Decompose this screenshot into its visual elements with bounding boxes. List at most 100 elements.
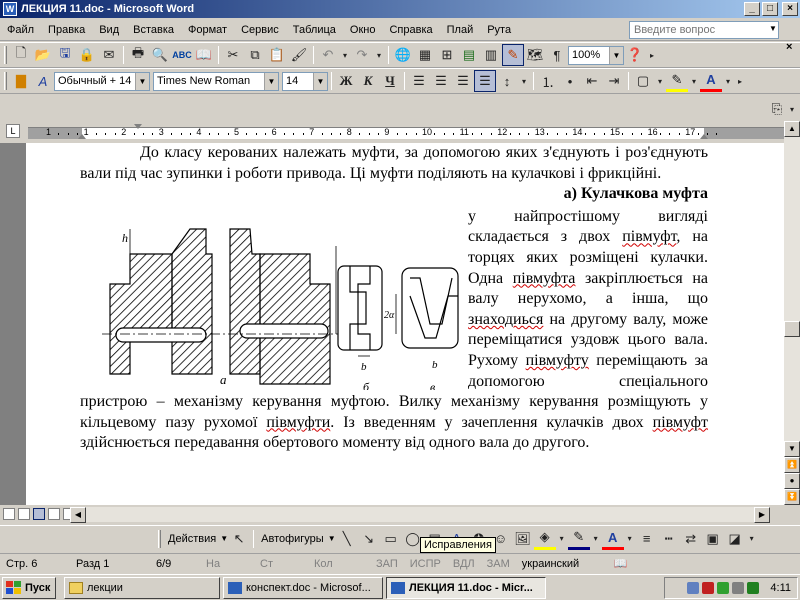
- menu-ruta[interactable]: Рута: [480, 24, 518, 36]
- tray-security-icon[interactable]: [717, 582, 730, 594]
- line-spacing-dropdown-icon[interactable]: ▾: [518, 70, 530, 92]
- scroll-left-icon[interactable]: ◀: [70, 507, 86, 523]
- scroll-down-icon[interactable]: ▼: [784, 441, 800, 457]
- scroll-thumb[interactable]: [784, 321, 800, 337]
- columns-icon[interactable]: ▥: [480, 44, 502, 66]
- borders-icon[interactable]: ▢: [632, 70, 654, 92]
- maximize-button[interactable]: □: [762, 2, 778, 16]
- spelling-status-icon[interactable]: 📖: [608, 557, 634, 570]
- menu-format[interactable]: Формат: [181, 24, 234, 36]
- menu-table[interactable]: Таблица: [286, 24, 343, 36]
- status-ext[interactable]: ВДЛ: [447, 558, 481, 570]
- line-icon[interactable]: ╲: [336, 528, 358, 550]
- line-style-icon[interactable]: ≡: [636, 528, 658, 550]
- toolbar-grip[interactable]: [4, 46, 7, 64]
- close-button[interactable]: ×: [782, 2, 798, 16]
- copy-icon[interactable]: ⧉: [244, 44, 266, 66]
- chevron-down-icon[interactable]: ▼: [609, 46, 623, 64]
- format-painter-icon[interactable]: 🖌: [288, 44, 310, 66]
- next-page-icon[interactable]: ⏬: [784, 489, 800, 505]
- status-trk[interactable]: ИСПР: [404, 558, 447, 570]
- toolbar-grip[interactable]: [158, 529, 161, 548]
- redo-dropdown-icon[interactable]: ▾: [373, 44, 385, 66]
- toolbar-grip[interactable]: [4, 72, 7, 90]
- menu-tools[interactable]: Сервис: [234, 24, 286, 36]
- dash-style-icon[interactable]: ┅: [658, 528, 680, 550]
- help-dropdown-icon[interactable]: ▼: [769, 24, 777, 33]
- document-map-icon[interactable]: 🗺: [524, 44, 546, 66]
- status-ovr[interactable]: ЗАМ: [481, 558, 516, 570]
- toolbar-options-icon[interactable]: ▾: [746, 528, 758, 550]
- drawing-icon[interactable]: ✎: [502, 44, 524, 66]
- insert-table-icon[interactable]: ⊞: [436, 44, 458, 66]
- chevron-down-icon[interactable]: ▼: [135, 72, 149, 90]
- email-icon[interactable]: ✉: [98, 44, 120, 66]
- line-color-icon[interactable]: ✎: [567, 528, 590, 550]
- line-spacing-icon[interactable]: ↕: [496, 70, 518, 92]
- fill-dropdown-icon[interactable]: ▾: [556, 528, 568, 550]
- zoom-select[interactable]: 100% ▼: [568, 45, 624, 65]
- align-center-icon[interactable]: ☰: [430, 70, 452, 92]
- start-button[interactable]: Пуск: [2, 576, 56, 599]
- picture-icon[interactable]: 🖼: [512, 528, 534, 550]
- menu-help[interactable]: Справка: [382, 24, 439, 36]
- document-text[interactable]: До класу керованих належать муфти, за до…: [80, 143, 708, 454]
- fill-color-icon[interactable]: ◈: [533, 528, 556, 550]
- chevron-down-icon[interactable]: ▼: [220, 534, 228, 543]
- font-select[interactable]: Times New Roman ▼: [153, 71, 279, 91]
- vertical-scrollbar[interactable]: ▲ ▼ ⏫ ● ⏬: [784, 121, 800, 505]
- help-search-input[interactable]: [629, 21, 779, 39]
- taskbar-item-konspekt[interactable]: конспект.doc - Microsof...: [223, 576, 383, 599]
- highlight-icon[interactable]: ✎: [666, 70, 688, 92]
- browse-object-icon[interactable]: ●: [784, 473, 800, 489]
- permission-icon[interactable]: 🔒: [76, 44, 98, 66]
- rectangle-icon[interactable]: ▭: [380, 528, 402, 550]
- toolbar-options-icon[interactable]: ▸: [734, 70, 746, 92]
- line-color-dropdown-icon[interactable]: ▾: [590, 528, 602, 550]
- toolbar-options-icon[interactable]: ▸: [646, 44, 658, 66]
- print-icon[interactable]: 🖶: [127, 44, 149, 66]
- status-rec[interactable]: ЗАП: [370, 558, 404, 570]
- previous-page-icon[interactable]: ⏫: [784, 457, 800, 473]
- paste-icon[interactable]: 📋: [266, 44, 288, 66]
- chevron-down-icon[interactable]: ▼: [328, 534, 336, 543]
- tray-antivirus-icon[interactable]: [702, 582, 715, 594]
- taskbar-item-lecture[interactable]: ЛЕКЦИЯ 11.doc - Micr...: [386, 576, 546, 599]
- arrow-style-icon[interactable]: ⇄: [680, 528, 702, 550]
- print-preview-icon[interactable]: 🔍: [149, 44, 171, 66]
- chevron-down-icon[interactable]: ▼: [313, 72, 327, 90]
- tray-network-icon[interactable]: [687, 582, 700, 594]
- web-view-icon[interactable]: [18, 508, 30, 520]
- normal-view-icon[interactable]: [3, 508, 15, 520]
- redo-icon[interactable]: ↷: [351, 44, 373, 66]
- bullets-icon[interactable]: •: [559, 70, 581, 92]
- font-size-select[interactable]: 14 ▼: [282, 71, 328, 91]
- taskbar-item-folder[interactable]: лекции: [64, 576, 220, 599]
- shadow-icon[interactable]: ▣: [702, 528, 724, 550]
- menu-edit[interactable]: Правка: [41, 24, 92, 36]
- word-app-icon[interactable]: W: [3, 2, 17, 16]
- arrow-icon[interactable]: ↘: [358, 528, 380, 550]
- increase-indent-icon[interactable]: ⇥: [603, 70, 625, 92]
- insert-excel-icon[interactable]: ▤: [458, 44, 480, 66]
- left-indent-marker[interactable]: [78, 134, 86, 139]
- show-hide-icon[interactable]: ¶: [546, 44, 568, 66]
- undo-dropdown-icon[interactable]: ▾: [339, 44, 351, 66]
- justify-icon[interactable]: ☰: [474, 70, 496, 92]
- new-document-icon[interactable]: 🗋: [10, 44, 32, 66]
- document-page[interactable]: До класу керованих належать муфти, за до…: [26, 143, 784, 505]
- font-color-icon[interactable]: A: [700, 70, 722, 92]
- font-color-dropdown-icon[interactable]: ▾: [624, 528, 636, 550]
- draw-actions-menu[interactable]: Действия: [164, 533, 220, 545]
- status-language[interactable]: украинский: [516, 558, 608, 570]
- horizontal-ruler[interactable]: 1 1 2 3 4 5 6 7 8 9 10 11 12 13 14 15 16 17: [28, 124, 784, 139]
- font-color-dropdown-icon[interactable]: ▾: [722, 70, 734, 92]
- bold-button[interactable]: Ж: [335, 70, 357, 92]
- horizontal-scrollbar[interactable]: ◀ ▶: [70, 507, 770, 523]
- hyperlink-icon[interactable]: 🌐: [392, 44, 414, 66]
- first-line-indent-marker[interactable]: [134, 124, 142, 129]
- cut-icon[interactable]: ✂: [222, 44, 244, 66]
- decrease-indent-icon[interactable]: ⇤: [581, 70, 603, 92]
- 3d-icon[interactable]: ◪: [724, 528, 746, 550]
- autoshapes-menu[interactable]: Автофигуры: [257, 533, 328, 545]
